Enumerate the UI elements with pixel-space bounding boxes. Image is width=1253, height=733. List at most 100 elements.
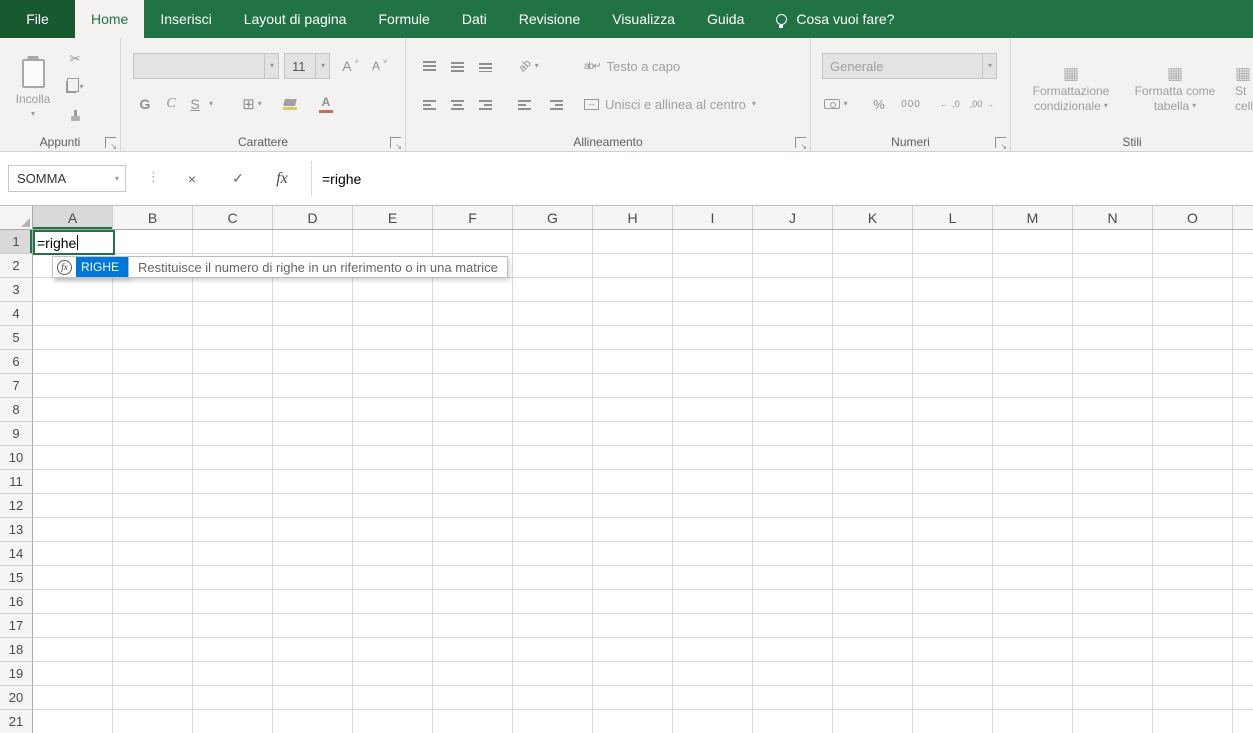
row-header[interactable]: 7: [0, 374, 33, 398]
group-font: ▾ 11 ▾ A˄ A˅ G C S ▾ ⊞ ▾: [121, 38, 406, 151]
font-size-select[interactable]: 11 ▾: [284, 53, 330, 79]
align-top-button[interactable]: [416, 53, 442, 79]
column-header[interactable]: C: [193, 206, 273, 229]
row-header[interactable]: 20: [0, 686, 33, 710]
column-header[interactable]: H: [593, 206, 673, 229]
row-header[interactable]: 3: [0, 278, 33, 302]
column-header[interactable]: B: [113, 206, 193, 229]
ribbon-tab[interactable]: Revisione: [503, 0, 596, 38]
align-right-icon: [479, 99, 492, 110]
column-header[interactable]: O: [1153, 206, 1233, 229]
ribbon-tab[interactable]: Guida: [691, 0, 760, 38]
row-header[interactable]: 14: [0, 542, 33, 566]
column-header[interactable]: J: [753, 206, 833, 229]
merge-center-button[interactable]: Unisci e allinea al centro ▾: [584, 91, 756, 117]
bold-button[interactable]: G: [133, 91, 157, 117]
dialog-launcher-icon[interactable]: [105, 137, 116, 148]
ribbon-tab[interactable]: Formule: [362, 0, 445, 38]
row-header[interactable]: 11: [0, 470, 33, 494]
dialog-launcher-icon[interactable]: [390, 137, 401, 148]
italic-button[interactable]: C: [159, 91, 183, 117]
active-cell-a1[interactable]: =righe: [33, 230, 115, 255]
copy-button[interactable]: ▾: [62, 74, 88, 100]
row-header[interactable]: 8: [0, 398, 33, 422]
increase-indent-button[interactable]: [542, 91, 570, 117]
align-right-button[interactable]: [472, 91, 498, 117]
ribbon-tab[interactable]: Dati: [446, 0, 503, 38]
column-header[interactable]: M: [993, 206, 1073, 229]
column-header[interactable]: L: [913, 206, 993, 229]
insert-function-button[interactable]: fx: [268, 165, 296, 192]
format-painter-button[interactable]: [62, 102, 88, 128]
function-autocomplete-popup: fx RIGHE: [52, 256, 129, 278]
row-header[interactable]: 9: [0, 422, 33, 446]
tab-file[interactable]: File: [0, 0, 75, 38]
decrease-indent-button[interactable]: [510, 91, 538, 117]
underline-button[interactable]: S: [183, 91, 207, 117]
font-color-button[interactable]: A: [311, 91, 341, 117]
ribbon-tab[interactable]: Home: [75, 0, 144, 38]
cancel-button[interactable]: ×: [178, 165, 206, 192]
row-header[interactable]: 15: [0, 566, 33, 590]
align-center-button[interactable]: [444, 91, 470, 117]
ribbon-tab[interactable]: Inserisci: [144, 0, 227, 38]
format-as-table-button[interactable]: ▦ Formatta come tabella▾: [1125, 46, 1225, 132]
formula-input[interactable]: =righe: [322, 165, 1245, 192]
column-header[interactable]: E: [353, 206, 433, 229]
font-name-select[interactable]: ▾: [133, 53, 279, 79]
number-format-select[interactable]: Generale ▾: [822, 53, 997, 79]
borders-button[interactable]: ⊞ ▾: [237, 91, 267, 117]
column-header[interactable]: N: [1073, 206, 1153, 229]
row-header[interactable]: 12: [0, 494, 33, 518]
column-header[interactable]: F: [433, 206, 513, 229]
row-header[interactable]: 16: [0, 590, 33, 614]
ribbon-tab[interactable]: Visualizza: [596, 0, 691, 38]
paste-button[interactable]: Incolla ▾: [6, 46, 60, 130]
orientation-button[interactable]: ab ▾: [510, 53, 548, 79]
row-header[interactable]: 19: [0, 662, 33, 686]
column-header[interactable]: K: [833, 206, 913, 229]
select-all-corner[interactable]: [0, 206, 33, 230]
row-header[interactable]: 17: [0, 614, 33, 638]
name-box[interactable]: SOMMA ▾: [8, 165, 126, 192]
resize-handle-icon[interactable]: ⋮: [147, 169, 160, 185]
column-header[interactable]: D: [273, 206, 353, 229]
column-header[interactable]: A: [33, 206, 113, 229]
align-bottom-button[interactable]: [472, 53, 498, 79]
cell-styles-button[interactable]: ▦ St cell: [1229, 46, 1253, 132]
autocomplete-item-righe[interactable]: fx RIGHE: [53, 257, 128, 277]
tell-me[interactable]: Cosa vuoi fare?: [776, 0, 894, 38]
cells-area[interactable]: [33, 230, 1253, 733]
row-header[interactable]: 18: [0, 638, 33, 662]
dialog-launcher-icon[interactable]: [795, 137, 806, 148]
increase-font-button[interactable]: A˄: [337, 53, 364, 79]
accounting-format-button[interactable]: ▾: [821, 91, 851, 117]
fill-color-button[interactable]: [275, 91, 305, 117]
percent-style-button[interactable]: %: [867, 91, 891, 117]
lightbulb-icon: [776, 14, 787, 25]
conditional-formatting-button[interactable]: ▦ Formattazione condizionale▾: [1019, 46, 1123, 132]
row-header[interactable]: 1: [0, 230, 33, 254]
comma-style-button[interactable]: 000: [895, 91, 927, 117]
enter-button[interactable]: ✓: [224, 165, 252, 192]
row-header[interactable]: 13: [0, 518, 33, 542]
dialog-launcher-icon[interactable]: [995, 137, 1006, 148]
column-header[interactable]: I: [673, 206, 753, 229]
row-header[interactable]: 4: [0, 302, 33, 326]
wrap-text-button[interactable]: ab↵ Testo a capo: [584, 53, 680, 79]
cut-button[interactable]: ✂: [62, 46, 88, 72]
row-header[interactable]: 2: [0, 254, 33, 278]
align-middle-button[interactable]: [444, 53, 470, 79]
row-header[interactable]: 10: [0, 446, 33, 470]
column-header[interactable]: G: [513, 206, 593, 229]
underline-options-button[interactable]: ▾: [205, 91, 217, 117]
decrease-font-button[interactable]: A˅: [366, 53, 393, 79]
increase-decimal-button[interactable]: ,0: [935, 91, 965, 117]
row-header[interactable]: 6: [0, 350, 33, 374]
chevron-down-icon: ▾: [270, 62, 274, 70]
decrease-decimal-button[interactable]: ,00: [967, 91, 997, 117]
align-left-button[interactable]: [416, 91, 442, 117]
ribbon-tab[interactable]: Layout di pagina: [228, 0, 363, 38]
row-header[interactable]: 21: [0, 710, 33, 733]
row-header[interactable]: 5: [0, 326, 33, 350]
